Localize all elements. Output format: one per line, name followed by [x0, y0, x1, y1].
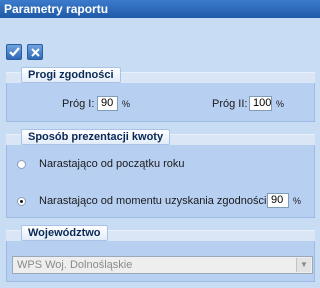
voivodeship-selected-value: WPS Woj. Dolnośląskie	[17, 259, 133, 271]
checkmark-icon	[8, 47, 20, 57]
option2-radio[interactable]	[17, 197, 26, 206]
thresholds-legend: Progi zgodności	[21, 67, 121, 83]
option2-label[interactable]: Narastająco od momentu uzyskania zgodnoś…	[39, 195, 266, 207]
option1-radio[interactable]	[17, 160, 26, 169]
prog2-unit: %	[276, 99, 285, 109]
voivodeship-legend: Województwo	[21, 225, 108, 241]
confirm-button[interactable]	[6, 44, 22, 60]
prog1-unit: %	[122, 99, 131, 109]
prog1-input[interactable]: 90	[97, 96, 118, 111]
close-icon	[30, 47, 40, 57]
option1-label[interactable]: Narastająco od początku roku	[39, 158, 185, 170]
prog2-label: Próg II:	[212, 98, 248, 110]
voivodeship-select[interactable]: WPS Woj. Dolnośląskie ▼	[12, 256, 313, 274]
cancel-button[interactable]	[27, 44, 43, 60]
option2-input[interactable]: 90	[267, 193, 289, 208]
prog2-input[interactable]: 100	[249, 96, 272, 111]
chevron-down-icon[interactable]: ▼	[296, 258, 311, 272]
prog1-label: Próg I:	[62, 98, 95, 110]
presentation-legend: Sposób prezentacji kwoty	[21, 129, 171, 145]
option2-unit: %	[293, 196, 302, 206]
window-title: Parametry raportu	[0, 0, 320, 18]
